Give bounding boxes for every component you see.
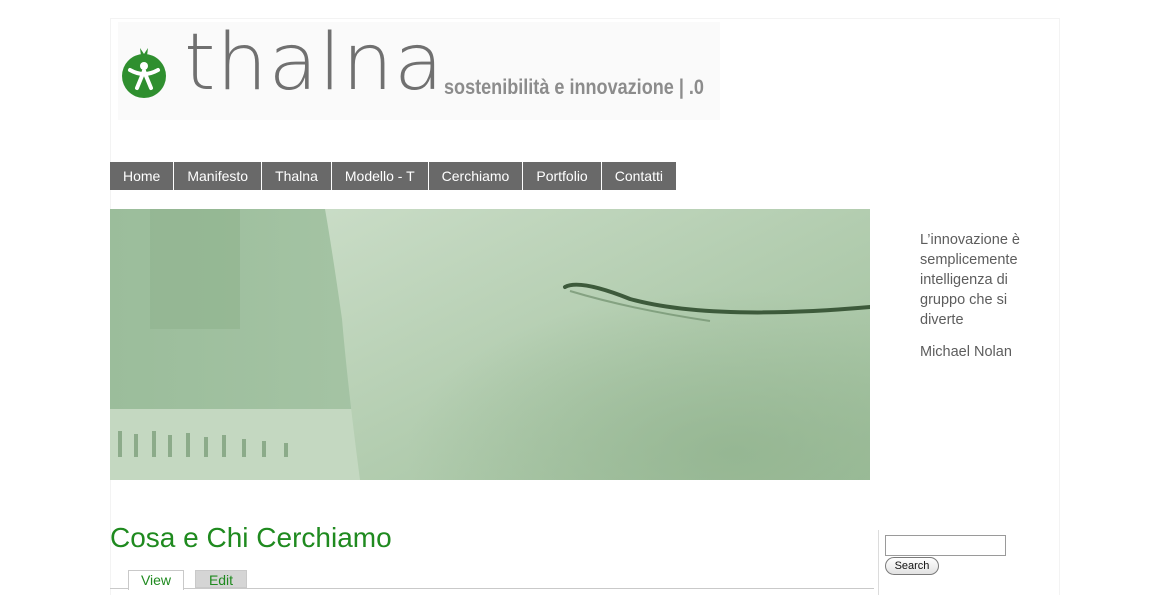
nav-item-manifesto[interactable]: Manifesto — [174, 162, 263, 190]
site-tagline: sostenibilità e innovazione | .0 — [444, 76, 704, 99]
quote-author: Michael Nolan — [920, 344, 1012, 360]
tab-view[interactable]: View — [128, 570, 184, 590]
tab-edit[interactable]: Edit — [195, 570, 247, 588]
logo-wordmark: thalna — [184, 18, 445, 108]
search-button[interactable]: Search — [885, 557, 939, 575]
nav-item-home[interactable]: Home — [110, 162, 175, 190]
column-divider — [878, 530, 879, 595]
sidebar-quote: L’innovazione è semplicemente intelligen… — [920, 232, 1020, 328]
main-navigation: Home Manifesto Thalna Modello - T Cerchi… — [110, 162, 676, 190]
nav-item-thalna[interactable]: Thalna — [262, 162, 332, 190]
nav-item-modello-t[interactable]: Modello - T — [332, 162, 429, 190]
pomegranate-logo-icon — [122, 48, 166, 98]
nav-item-portfolio[interactable]: Portfolio — [523, 162, 602, 190]
nav-item-contatti[interactable]: Contatti — [602, 162, 676, 190]
nav-item-cerchiamo[interactable]: Cerchiamo — [429, 162, 524, 190]
page-title: Cosa e Chi Cerchiamo — [110, 522, 392, 553]
search-input[interactable] — [885, 535, 1006, 556]
hero-image — [110, 209, 870, 480]
